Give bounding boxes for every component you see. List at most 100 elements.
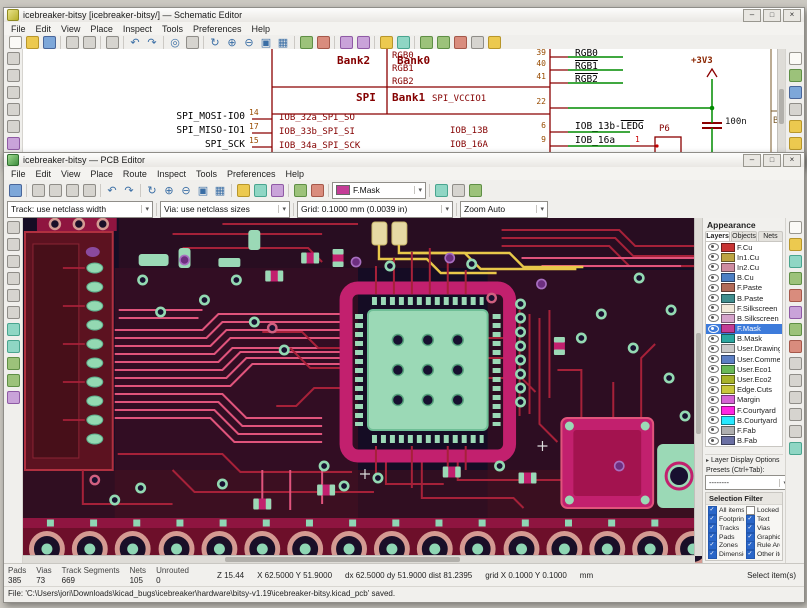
cursor-shape-button[interactable]	[5, 305, 21, 320]
layer-row[interactable]: B.Mask	[706, 334, 782, 344]
presets-dropdown[interactable]: --------	[705, 475, 785, 490]
rotate-button[interactable]	[338, 35, 354, 50]
layer-color-swatch[interactable]	[721, 294, 735, 303]
add-text-tool-button[interactable]	[787, 407, 803, 422]
layer-row[interactable]: User.Eco2	[706, 374, 782, 384]
minimize-button[interactable]	[743, 9, 761, 22]
layer-row[interactable]: F.Paste	[706, 283, 782, 293]
add-footprint-tool-button[interactable]	[787, 271, 803, 286]
refresh-button[interactable]	[207, 35, 223, 50]
visibility-eye-icon[interactable]	[708, 406, 719, 414]
route-tracks-tool-button[interactable]	[787, 288, 803, 303]
visibility-eye-icon[interactable]	[708, 355, 719, 363]
zoom-in-button[interactable]	[224, 35, 240, 50]
filter-rule-areas[interactable]: Rule Areas	[746, 541, 780, 550]
layer-row[interactable]: User.Drawings	[706, 344, 782, 354]
net-label-tool-button[interactable]	[787, 119, 803, 134]
filter-dimensions[interactable]: Dimensions	[708, 550, 744, 559]
filter-zones[interactable]: Zones	[708, 541, 744, 550]
menu-route[interactable]: Route	[118, 169, 152, 179]
visibility-eye-icon[interactable]	[708, 304, 719, 312]
layer-row[interactable]: B.Silkscreen	[706, 313, 782, 323]
rule-area-tool-button[interactable]	[787, 339, 803, 354]
grid-visibility-button[interactable]	[5, 220, 21, 235]
visibility-eye-icon[interactable]	[708, 437, 719, 445]
zone-outline-mode-button[interactable]	[5, 373, 21, 388]
layer-color-swatch[interactable]	[721, 426, 735, 435]
checkbox-icon[interactable]	[708, 541, 717, 550]
filter-footprints[interactable]: Footprints	[708, 515, 744, 524]
draw-arc-tool-button[interactable]	[787, 373, 803, 388]
layer-row[interactable]: B.Fab	[706, 436, 782, 446]
filter-other-items[interactable]: Other items	[746, 550, 780, 559]
wire-tool-button[interactable]	[787, 68, 803, 83]
visibility-eye-icon[interactable]	[708, 284, 719, 292]
schematic-canvas[interactable]: Bank2 Bank0 SPI Bank1 SPI_VCCIO1 22 SPI_…	[23, 49, 785, 166]
drc-button[interactable]	[309, 183, 325, 198]
maximize-button[interactable]	[763, 9, 781, 22]
visibility-eye-icon[interactable]	[708, 365, 719, 373]
hierarchical-label-tool-button[interactable]	[787, 136, 803, 151]
select-tool-button[interactable]	[787, 220, 803, 235]
checkbox-icon[interactable]	[746, 541, 755, 550]
symbol-editor-button[interactable]	[378, 35, 394, 50]
menu-preferences[interactable]: Preferences	[188, 24, 247, 34]
filter-all-items[interactable]: All items	[708, 506, 744, 515]
layer-row[interactable]: Edge.Cuts	[706, 385, 782, 395]
filter-tracks[interactable]: Tracks	[708, 524, 744, 533]
cursor-shape-button[interactable]	[5, 119, 21, 134]
print-button[interactable]	[81, 35, 97, 50]
redo-button[interactable]	[144, 35, 160, 50]
zoom-fit-button[interactable]	[195, 183, 211, 198]
zoom-out-button[interactable]	[178, 183, 194, 198]
tab-objects[interactable]: Objects	[731, 231, 757, 241]
via-size-dropdown[interactable]: Via: use netclass sizes	[160, 201, 290, 218]
zoom-selection-button[interactable]	[212, 183, 228, 198]
visibility-eye-icon[interactable]	[708, 263, 719, 271]
curved-ratsnest-button[interactable]	[5, 339, 21, 354]
filter-locked-items[interactable]: Locked items	[746, 506, 780, 515]
layer-color-swatch[interactable]	[721, 283, 735, 292]
high-contrast-mode-button[interactable]	[5, 390, 21, 405]
zoom-fit-button[interactable]	[258, 35, 274, 50]
erc-button[interactable]	[435, 35, 451, 50]
menu-view[interactable]: View	[56, 169, 85, 179]
dimension-tool-button[interactable]	[787, 424, 803, 439]
ratsnest-visibility-button[interactable]	[5, 322, 21, 337]
units-mil-button[interactable]	[5, 85, 21, 100]
layer-row[interactable]: B.Cu	[706, 273, 782, 283]
visibility-eye-icon[interactable]	[708, 335, 719, 343]
polar-coordinates-button[interactable]	[5, 237, 21, 252]
add-zone-tool-button[interactable]	[787, 322, 803, 337]
schematic-vscrollbar[interactable]	[777, 49, 785, 166]
edit-symbol-fields-button[interactable]	[469, 35, 485, 50]
visibility-eye-icon[interactable]	[708, 325, 719, 333]
zoom-selection-button[interactable]	[275, 35, 291, 50]
zoom-dropdown[interactable]: Zoom Auto	[460, 201, 548, 218]
plot-button[interactable]	[81, 183, 97, 198]
board-setup-button[interactable]	[30, 183, 46, 198]
open-schematic-button[interactable]	[24, 35, 40, 50]
visibility-eye-icon[interactable]	[708, 426, 719, 434]
layer-color-swatch[interactable]	[721, 334, 735, 343]
checkbox-icon[interactable]	[746, 533, 755, 542]
visibility-eye-icon[interactable]	[708, 243, 719, 251]
minimize-button[interactable]	[743, 154, 761, 167]
save-button[interactable]	[41, 35, 57, 50]
annotate-button[interactable]	[418, 35, 434, 50]
menu-preferences[interactable]: Preferences	[222, 169, 281, 179]
find-button[interactable]	[167, 35, 183, 50]
filter-graphics[interactable]: Graphics	[746, 533, 780, 542]
bom-button[interactable]	[486, 35, 502, 50]
draw-line-tool-button[interactable]	[787, 356, 803, 371]
layer-color-swatch[interactable]	[721, 375, 735, 384]
footprint-viewer-button[interactable]	[252, 183, 268, 198]
bus-tool-button[interactable]	[787, 85, 803, 100]
find-replace-button[interactable]	[184, 35, 200, 50]
highlight-net-tool-button[interactable]	[787, 237, 803, 252]
menu-place[interactable]: Place	[85, 169, 118, 179]
add-via-tool-button[interactable]	[787, 305, 803, 320]
pcb-hscrollbar[interactable]	[23, 555, 695, 563]
units-mm-button[interactable]	[5, 102, 21, 117]
filter-pads[interactable]: Pads	[708, 533, 744, 542]
